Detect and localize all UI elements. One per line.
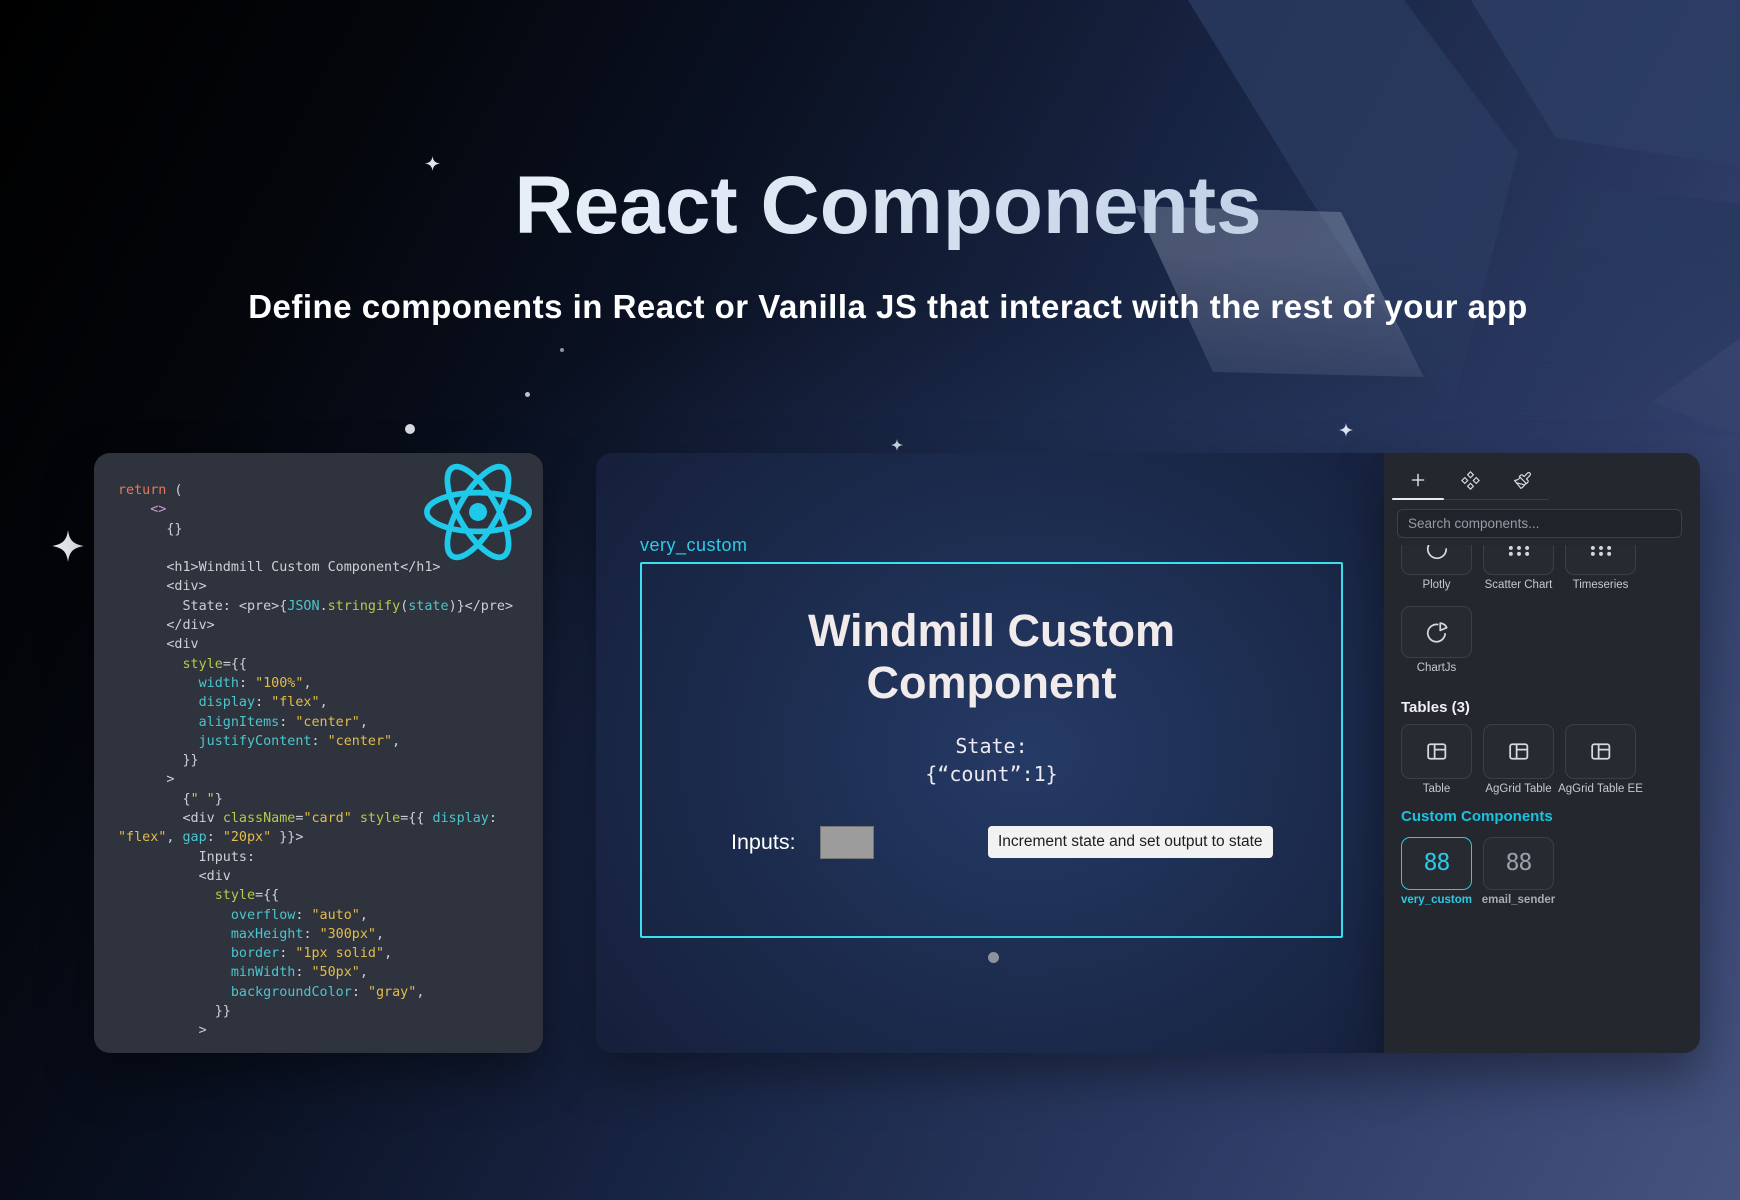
component-state: State: {“count”:1} <box>642 732 1341 788</box>
pie-chart-icon <box>1424 619 1450 645</box>
sparkle-star-icon <box>891 439 903 451</box>
component-tile-label: very_custom <box>1401 894 1479 908</box>
component-tile-email-sender[interactable]: 88 <box>1483 837 1554 890</box>
component-tile-label: Plotly <box>1401 579 1479 593</box>
tab-style[interactable] <box>1496 461 1548 499</box>
app-canvas: very_custom Windmill Custom Component St… <box>596 453 1384 1053</box>
selected-component-label: very_custom <box>640 535 748 556</box>
component-cell: Timeseries <box>1565 545 1636 593</box>
plus-icon <box>1409 471 1427 489</box>
component-tile-label: ChartJs <box>1401 662 1479 676</box>
page-background: React Components Define components in Re… <box>0 0 1740 1200</box>
custom-components-row: 88very_custom88email_sender <box>1401 837 1694 908</box>
increment-button[interactable]: Increment state and set output to state <box>988 826 1273 858</box>
state-value: {“count”:1} <box>642 760 1341 788</box>
sparkle-star-icon <box>52 530 84 562</box>
inputs-label: Inputs: <box>731 827 796 857</box>
component-tile-label: AgGrid Table <box>1476 783 1561 797</box>
tab-components[interactable] <box>1444 461 1496 499</box>
sparkle-dot <box>405 424 415 434</box>
inputs-value-box <box>820 826 874 859</box>
component-tile-timeseries[interactable] <box>1565 545 1636 575</box>
charts-row-clipped: PlotlyScatter ChartTimeseries <box>1401 545 1694 593</box>
table-icon <box>1588 739 1613 764</box>
sidebar-tabs <box>1392 461 1548 499</box>
tab-insert[interactable] <box>1392 461 1444 499</box>
component-cell: AgGrid Table <box>1483 724 1554 797</box>
code-snippet: return ( <> {} <h1>Windmill Custom Compo… <box>118 481 537 1043</box>
brush-icon <box>1513 471 1532 490</box>
component-tile-label: Table <box>1401 783 1479 797</box>
components-icon <box>1461 471 1480 490</box>
sparkle-dot <box>525 392 530 397</box>
component-tile-aggrid-table[interactable] <box>1483 724 1554 779</box>
active-tab-underline <box>1392 498 1444 501</box>
component-tile-aggrid-table-ee[interactable] <box>1565 724 1636 779</box>
component-cell: 88email_sender <box>1483 837 1554 908</box>
component-cell: 88very_custom <box>1401 837 1472 908</box>
scatter-dots-icon <box>1588 545 1614 562</box>
component-cell: AgGrid Table EE <box>1565 724 1636 797</box>
component-tile-chartjs[interactable] <box>1401 606 1472 658</box>
component-list: PlotlyScatter ChartTimeseries ChartJs Ta… <box>1401 545 1694 1049</box>
component-tile-label: email_sender <box>1476 894 1561 908</box>
resize-handle-dot[interactable] <box>988 952 999 963</box>
component-tile-very-custom[interactable]: 88 <box>1401 837 1472 890</box>
state-label: State: <box>642 732 1341 760</box>
tables-section-header: Tables (3) <box>1401 699 1694 716</box>
component-tile-label: Scatter Chart <box>1476 579 1561 593</box>
code-panel: return ( <> {} <h1>Windmill Custom Compo… <box>94 453 543 1053</box>
component-tile-label: AgGrid Table EE <box>1558 783 1643 797</box>
custom-components-section-header: Custom Components <box>1401 808 1694 825</box>
page-subtitle: Define components in React or Vanilla JS… <box>18 288 1740 326</box>
hero-header: React Components Define components in Re… <box>18 0 1740 326</box>
tables-row: TableAgGrid TableAgGrid Table EE <box>1401 724 1694 797</box>
sparkle-star-icon <box>1339 423 1353 437</box>
table-icon <box>1424 739 1449 764</box>
component-tile-label: Timeseries <box>1558 579 1643 593</box>
component-cell: Scatter Chart <box>1483 545 1554 593</box>
charts-row: ChartJs <box>1401 606 1694 676</box>
component-tile-table[interactable] <box>1401 724 1472 779</box>
components-sidebar: PlotlyScatter ChartTimeseries ChartJs Ta… <box>1384 453 1700 1053</box>
custom-component-icon: 88 <box>1506 850 1532 876</box>
selected-component-very-custom[interactable]: Windmill Custom Component State: {“count… <box>640 562 1343 938</box>
component-cell: ChartJs <box>1401 606 1472 676</box>
component-cell: Plotly <box>1401 545 1472 593</box>
search-components-input[interactable] <box>1397 509 1682 538</box>
table-icon <box>1506 739 1531 764</box>
page-title: React Components <box>18 160 1740 252</box>
sparkle-dot <box>560 348 564 352</box>
component-tile-scatter-chart[interactable] <box>1483 545 1554 575</box>
custom-component-icon: 88 <box>1424 850 1450 876</box>
scatter-dots-icon <box>1506 545 1532 562</box>
component-heading: Windmill Custom Component <box>642 605 1341 709</box>
component-tile-plotly[interactable] <box>1401 545 1472 575</box>
plotly-chart-icon <box>1424 545 1450 562</box>
component-cell: Table <box>1401 724 1472 797</box>
